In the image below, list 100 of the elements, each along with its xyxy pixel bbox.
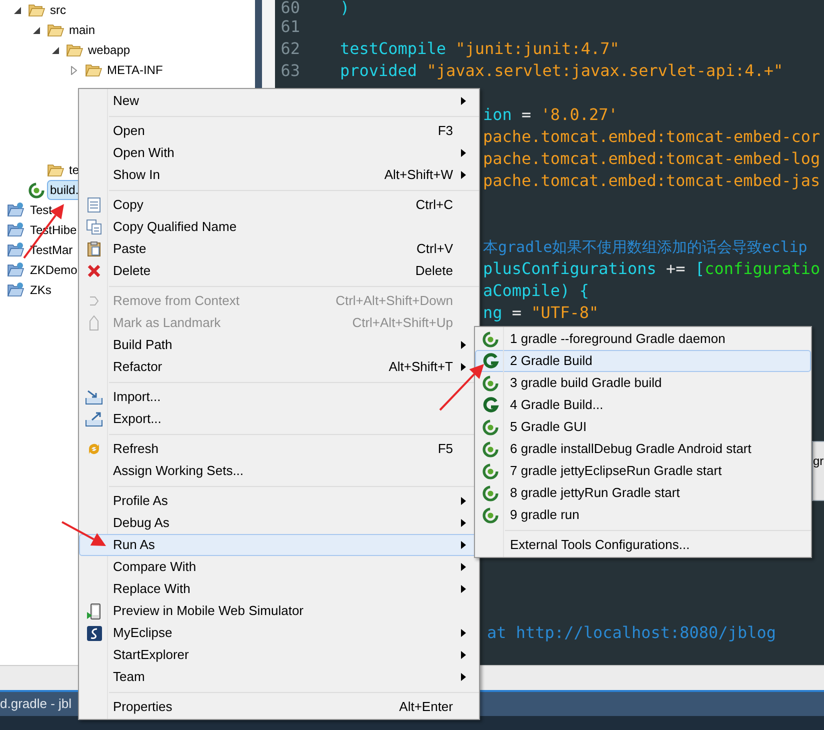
tree-item[interactable]: main (66, 20, 98, 40)
window-title: d.gradle - jbl (0, 695, 72, 714)
project-folder-icon (7, 202, 25, 218)
line-number: 63 (280, 60, 300, 82)
menu-item[interactable]: Paste Ctrl+V (79, 238, 479, 260)
remove-icon (87, 294, 101, 308)
shortcut-text: Ctrl+V (416, 240, 453, 258)
expanded-arrow-icon[interactable] (52, 46, 59, 54)
code-text: provided (340, 61, 418, 80)
menu-item[interactable]: Compare With (79, 556, 479, 578)
submenu-arrow-icon (461, 341, 466, 349)
tree-item[interactable]: Test (27, 200, 56, 220)
menu-item[interactable]: 2 Gradle Build (475, 350, 811, 372)
tree-item[interactable]: webapp (85, 40, 134, 60)
myeclipse-icon (86, 626, 102, 640)
code-text: aCompile) { (483, 281, 589, 300)
collapsed-arrow-icon[interactable] (71, 66, 77, 74)
project-folder-icon (7, 242, 25, 258)
shortcut-text: Delete (415, 262, 453, 280)
menu-item[interactable]: Copy Qualified Name (79, 216, 479, 238)
shortcut-text: Ctrl+C (416, 196, 453, 214)
panel-text: gr (813, 454, 824, 468)
code-text: [ (694, 259, 705, 278)
shortcut-text: Ctrl+Alt+Shift+Up (352, 314, 453, 332)
gradle-ring-icon (482, 374, 498, 392)
shortcut-text: Alt+Shift+T (388, 358, 453, 376)
menu-item[interactable]: Replace With (79, 578, 479, 600)
gradle-ring-icon (482, 484, 498, 502)
code-text: pache.tomcat.embed:tomcat-embed-jas (483, 171, 820, 190)
document-icon (87, 197, 101, 213)
folder-icon (47, 23, 64, 37)
gradle-ring-icon (482, 462, 498, 480)
expanded-arrow-icon[interactable] (33, 26, 40, 34)
tree-item[interactable]: ZKs (27, 280, 54, 300)
menu-item[interactable]: 7 gradle jettyEclipseRun Gradle start (475, 460, 811, 482)
submenu-arrow-icon (461, 171, 466, 179)
code-text: ng (483, 303, 504, 322)
code-text: "UTF-8" (531, 303, 599, 322)
menu-item[interactable]: 5 Gradle GUI (475, 416, 811, 438)
shortcut-text: F5 (438, 440, 453, 458)
menu-item[interactable]: Open F3 (79, 120, 479, 142)
code-text: "junit:junit:4.7" (456, 39, 620, 58)
submenu-arrow-icon (461, 363, 466, 371)
gradle-g-icon (482, 352, 498, 370)
folder-icon (28, 3, 45, 17)
tree-item[interactable]: src (47, 0, 69, 20)
menu-item[interactable]: MyEclipse (79, 622, 479, 644)
line-number: 61 (280, 16, 300, 38)
tree-item[interactable]: ZKDemo (27, 260, 80, 280)
code-text: ) (340, 0, 350, 17)
code-text: ion (483, 105, 513, 124)
gradle-ring-icon (482, 418, 498, 436)
menu-item[interactable]: 3 gradle build Gradle build (475, 372, 811, 394)
shortcut-text: F3 (438, 122, 453, 140)
code-text: += (666, 259, 686, 278)
shortcut-text: Alt+Shift+W (384, 166, 453, 184)
menu-item[interactable]: New (79, 90, 479, 112)
menu-item[interactable]: 9 gradle run (475, 504, 811, 526)
project-folder-icon (7, 262, 25, 278)
documents-icon (86, 219, 102, 235)
code-text: pache.tomcat.embed:tomcat-embed-log (483, 149, 820, 168)
submenu-arrow-icon (461, 519, 466, 527)
menu-item[interactable]: 6 gradle installDebug Gradle Android start (475, 438, 811, 460)
menu-item[interactable]: Copy Ctrl+C (79, 194, 479, 216)
shortcut-text: Alt+Enter (399, 698, 453, 716)
code-text: "javax.servlet:javax.servlet-api:4.+" (426, 61, 784, 80)
code-text: configuratio (704, 259, 820, 278)
menu-item[interactable]: Properties Alt+Enter (79, 696, 479, 718)
code-text: = (512, 303, 523, 322)
tree-item[interactable]: TestMar (27, 240, 76, 260)
code-text: testCompile (340, 39, 447, 58)
menu-item[interactable]: StartExplorer (79, 644, 479, 666)
gradle-g-icon (482, 396, 498, 414)
folder-icon (85, 63, 102, 77)
code-text: = (522, 105, 532, 124)
project-folder-icon (7, 222, 25, 238)
shortcut-text: Ctrl+Alt+Shift+Down (336, 292, 453, 310)
menu-item[interactable]: 8 gradle jettyRun Gradle start (475, 482, 811, 504)
menu-item[interactable]: Delete Delete (79, 260, 479, 282)
menu-item[interactable]: Preview in Mobile Web Simulator (79, 600, 479, 622)
submenu-arrow-icon (461, 673, 466, 681)
expanded-arrow-icon[interactable] (14, 6, 21, 14)
project-folder-icon (7, 282, 25, 298)
import-icon (85, 389, 103, 405)
submenu-arrow-icon (461, 97, 466, 105)
line-number: 60 (280, 0, 300, 16)
menu-item[interactable]: 4 Gradle Build... (475, 394, 811, 416)
folder-icon (47, 163, 64, 177)
submenu-arrow-icon (461, 541, 466, 549)
delete-icon (87, 264, 101, 278)
submenu-arrow-icon (461, 585, 466, 593)
tree-item[interactable]: META-INF (104, 60, 166, 80)
refresh-icon (86, 441, 102, 457)
gradle-ring-icon (482, 440, 498, 458)
submenu-arrow-icon (461, 651, 466, 659)
code-text: at http://localhost:8080/jblog (487, 623, 776, 642)
gradle-ring-icon (482, 506, 498, 524)
export-icon (85, 411, 103, 427)
submenu-arrow-icon (461, 563, 466, 571)
submenu-arrow-icon (461, 629, 466, 637)
